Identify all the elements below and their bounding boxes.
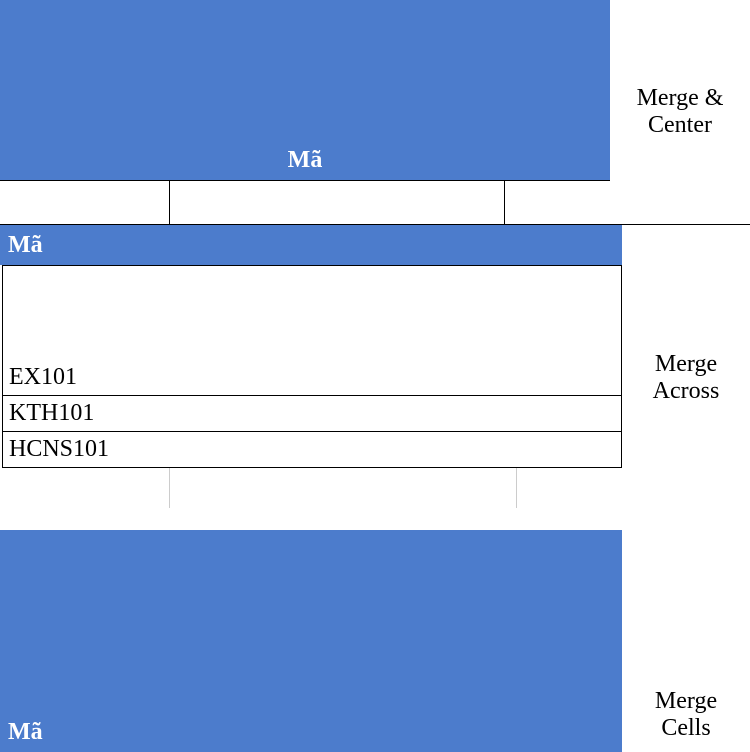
merge-center-label: Merge & Center: [610, 0, 750, 225]
merge-across-body: EX101 KTH101 HCNS101: [2, 265, 622, 468]
merge-center-left: Mã: [0, 0, 610, 225]
merge-across-section: Mã EX101 KTH101 HCNS101 Merge Across: [0, 225, 750, 530]
merge-cells-section: Mã Merge Cells: [0, 530, 750, 752]
merge-across-row3-text: HCNS101: [9, 436, 109, 463]
merge-across-row4-cell1: [0, 468, 170, 508]
merge-across-label-text: Merge Across: [628, 351, 744, 405]
merge-cells-left: Mã: [0, 530, 622, 752]
merge-center-row2-cell3: [505, 181, 610, 224]
merge-center-row2: [0, 180, 610, 225]
page-container: Mã Merge & Center Mã EX101 KTH101: [0, 0, 750, 752]
merge-center-row2-cell1: [0, 181, 170, 224]
merge-across-label: Merge Across: [622, 225, 750, 530]
merge-across-row1-text: EX101: [9, 364, 77, 391]
merge-cells-label: Merge Cells: [622, 530, 750, 752]
merge-across-left: Mã EX101 KTH101 HCNS101: [0, 225, 622, 530]
merge-across-row2-text: KTH101: [9, 400, 94, 427]
merge-cells-header: Mã: [0, 530, 622, 752]
merge-across-row4-cell3: [517, 468, 622, 508]
merge-cells-header-text: Mã: [8, 719, 43, 746]
merge-across-row4-cell2: [170, 468, 517, 508]
merge-across-row2: KTH101: [3, 396, 621, 432]
merge-across-header-text: Mã: [8, 232, 43, 259]
merge-center-header-text: Mã: [288, 147, 323, 174]
merge-center-header: Mã: [0, 0, 610, 180]
merge-center-section: Mã Merge & Center: [0, 0, 750, 225]
merge-center-label-text: Merge & Center: [616, 85, 744, 139]
merge-across-row4: [0, 468, 622, 508]
merge-across-row3: HCNS101: [3, 432, 621, 468]
merge-center-row2-cell2: [170, 181, 505, 224]
merge-across-header: Mã: [0, 225, 622, 265]
merge-cells-label-text: Merge Cells: [628, 688, 744, 742]
merge-across-row1: EX101: [3, 266, 621, 396]
